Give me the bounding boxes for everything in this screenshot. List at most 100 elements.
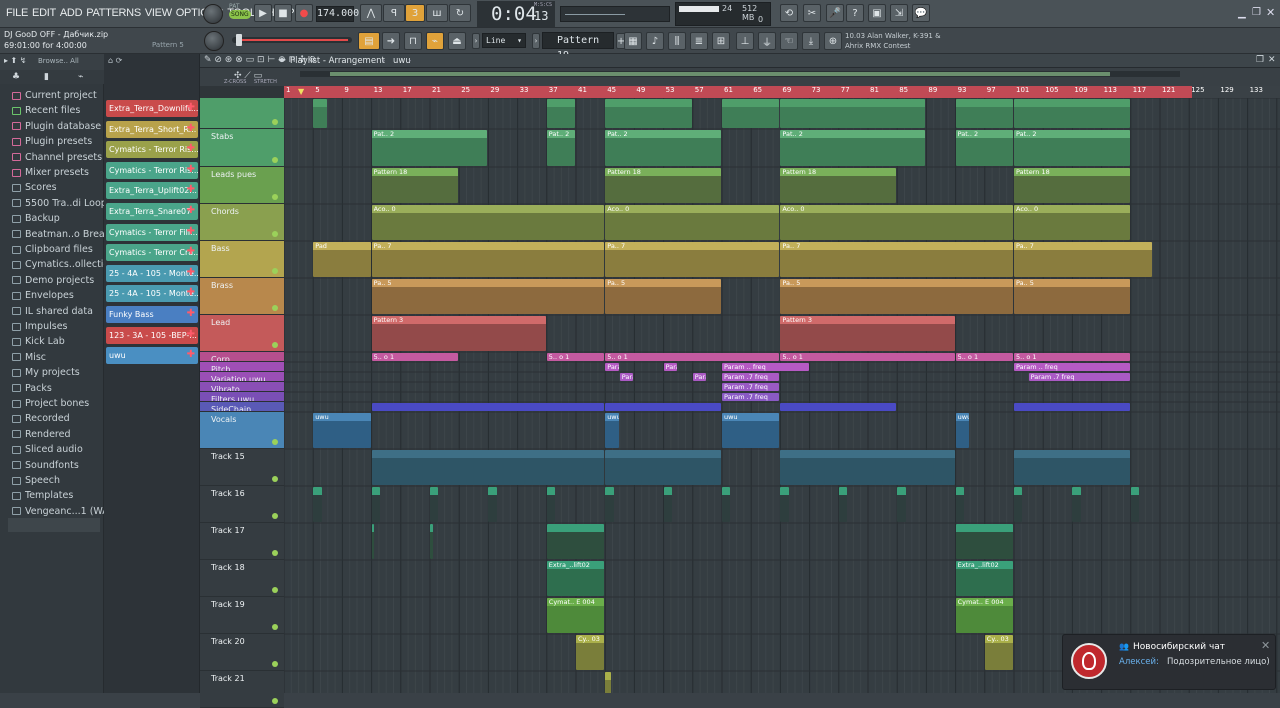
playlist-clip[interactable] — [955, 99, 1013, 128]
track-mute-led[interactable] — [272, 119, 278, 125]
playlist-clip[interactable] — [1130, 487, 1140, 522]
playlist-clip[interactable]: 5.. o 1 — [605, 353, 780, 361]
snap-select[interactable]: Line ▾ — [482, 33, 526, 48]
playlist-clip[interactable] — [955, 524, 1013, 559]
playlist-clip[interactable] — [371, 450, 605, 485]
cut-button[interactable]: ✂ — [803, 4, 821, 22]
add-to-playlist-icon[interactable]: ✚ — [187, 143, 195, 154]
track-mute-led[interactable] — [272, 587, 278, 593]
playlist-clip[interactable]: Pat.. 2 — [546, 130, 575, 166]
song-position-display[interactable]: 0:04 M:S:CS 13 — [477, 1, 555, 27]
playlist-clip[interactable] — [1072, 487, 1081, 522]
playlist-clip[interactable]: Pat.. 2 — [371, 130, 488, 166]
track-mute-led[interactable] — [272, 513, 278, 519]
add-to-playlist-icon[interactable]: ✚ — [187, 329, 195, 340]
track-header[interactable]: Vibrato — [200, 382, 284, 392]
playlist-clip[interactable] — [605, 487, 614, 522]
playlist-clip[interactable] — [1014, 99, 1130, 128]
toast-close-icon[interactable]: ✕ — [1261, 639, 1270, 652]
master-volume-knob[interactable] — [203, 4, 223, 24]
track-header[interactable]: Track 20 — [200, 634, 284, 671]
channel-button[interactable]: Cymatics - Terror Cra... ✚ — [106, 244, 198, 262]
touch-button[interactable]: ☜ — [780, 32, 798, 50]
snap-tool-button[interactable]: ⊓ — [404, 32, 422, 50]
track-mute-led[interactable] — [272, 624, 278, 630]
channel-button[interactable]: Cymatics - Terror Ris... ✚ — [106, 161, 198, 179]
channel-button[interactable]: Funky Bass ✚ — [106, 306, 198, 323]
playlist-clip[interactable] — [955, 487, 965, 522]
add-to-playlist-icon[interactable]: ✚ — [187, 184, 195, 195]
playlist-clip[interactable] — [780, 403, 897, 411]
window-close-icon[interactable]: ✕ — [1266, 6, 1275, 19]
playlist-clip[interactable] — [430, 524, 433, 559]
browser-nav-icons[interactable]: ▸ ⬆ ↯ — [4, 56, 27, 65]
playlist-clip[interactable]: 5.. o 1 — [1014, 353, 1130, 361]
playlist-clip[interactable]: Param .7 freq — [722, 383, 780, 391]
playlist-clip[interactable]: uwu — [955, 413, 970, 448]
playlist-clip[interactable]: Pattern 18 — [1014, 168, 1130, 203]
track-header[interactable]: Track 15 — [200, 449, 284, 486]
folder-tab-icon[interactable]: ♣ — [12, 72, 20, 82]
playlist-clip[interactable]: Pa.. 7 — [780, 242, 1013, 277]
menu-edit[interactable]: EDIT — [30, 7, 58, 19]
channel-button[interactable]: Extra_Terra_Snare07 ✚ — [106, 203, 198, 220]
playlist-clip[interactable]: Aco.. 0 — [780, 205, 1013, 240]
playlist-clip[interactable]: Param .7 freq — [692, 373, 707, 381]
playlist-clip[interactable] — [1014, 487, 1023, 522]
browser-item[interactable]: Kick Lab — [12, 336, 65, 347]
playlist-clip[interactable]: 5.. o 1 — [546, 353, 605, 361]
playlist-clip[interactable]: Pat.. 2 — [780, 130, 926, 166]
file-tab-icon[interactable]: ▮ — [44, 72, 49, 82]
playlist-clip[interactable]: Param .. freq — [663, 363, 678, 371]
playlist-clip[interactable] — [897, 487, 906, 522]
browser-item[interactable]: Recorded — [12, 413, 70, 424]
window-restore-icon[interactable]: ❐ — [1252, 7, 1261, 18]
stop-button[interactable]: ■ — [274, 4, 292, 22]
playlist-clip[interactable]: Param .. freq — [722, 363, 809, 371]
playlist-clip[interactable]: Param .7 freq — [722, 393, 780, 401]
add-to-playlist-icon[interactable]: ✚ — [187, 123, 195, 134]
channel-button[interactable]: Cymatics - Terror Fill... ✚ — [106, 223, 198, 241]
playlist-clip[interactable]: uwu — [722, 413, 780, 448]
track-mute-led[interactable] — [272, 268, 278, 274]
track-header[interactable]: Lead — [200, 315, 284, 352]
track-header[interactable]: SideChain — [200, 402, 284, 412]
playlist-clip[interactable]: Cy.. 03 — [984, 635, 1013, 670]
undo-history-button[interactable]: ⟲ — [780, 4, 798, 22]
playlist-clip[interactable]: Pa.. 7 — [605, 242, 780, 277]
playlist-tool-button[interactable]: ▤ — [358, 32, 380, 50]
playlist-clip[interactable]: 5.. o 1 — [780, 353, 955, 361]
browser-item[interactable]: Sliced audio — [12, 444, 83, 455]
playlist-clip[interactable]: uwu — [313, 413, 371, 448]
piano-roll-button[interactable]: ♪ — [646, 32, 664, 50]
browser-item[interactable]: Vengeanc...1 (WAV) — [12, 506, 118, 517]
chat-notification[interactable]: 👥 Новосибирский чат Алексей: Подозритель… — [1062, 634, 1276, 690]
render-button[interactable]: ⇲ — [890, 4, 908, 22]
record-button[interactable]: ● — [295, 4, 313, 22]
playlist-clip[interactable]: Cymat.. E 004 — [546, 598, 605, 633]
playlist-clip[interactable]: Aco.. 0 — [1014, 205, 1130, 240]
playlist-clip[interactable]: Pattern 18 — [605, 168, 721, 203]
playlist-clip[interactable] — [313, 487, 322, 522]
playlist-clip[interactable]: Pa.. 7 — [1014, 242, 1152, 277]
tempo-tapper-button[interactable]: ⊥ — [736, 32, 754, 50]
browser-item[interactable]: 5500 Tra..di Loops — [12, 198, 112, 209]
track-header[interactable]: Track 16 — [200, 486, 284, 523]
playlist-clip[interactable]: Pat.. 2 — [605, 130, 721, 166]
playlist-clip[interactable]: uwu — [605, 413, 619, 448]
playlist-clip[interactable] — [663, 487, 673, 522]
browser-item[interactable]: Current project — [12, 90, 97, 101]
playlist-clip[interactable]: Param .. freq — [605, 363, 619, 371]
channel-rack-button[interactable]: ▦ — [624, 32, 642, 50]
browser-item[interactable]: Plugin presets — [12, 136, 92, 147]
track-header[interactable]: Leads pues — [200, 167, 284, 204]
playlist-clip[interactable] — [838, 487, 848, 522]
track-header[interactable]: Chords — [200, 204, 284, 241]
tempo-display[interactable]: 174.000 — [316, 6, 359, 22]
metronome-button[interactable]: ⋀ — [360, 4, 382, 22]
pattern-selector[interactable]: Pattern 19 — [542, 32, 614, 61]
browser-item[interactable]: Recent files — [12, 105, 80, 116]
playlist-clip[interactable] — [780, 450, 955, 485]
playlist-clip[interactable]: Pa.. 5 — [371, 279, 605, 314]
track-mute-led[interactable] — [272, 698, 278, 704]
